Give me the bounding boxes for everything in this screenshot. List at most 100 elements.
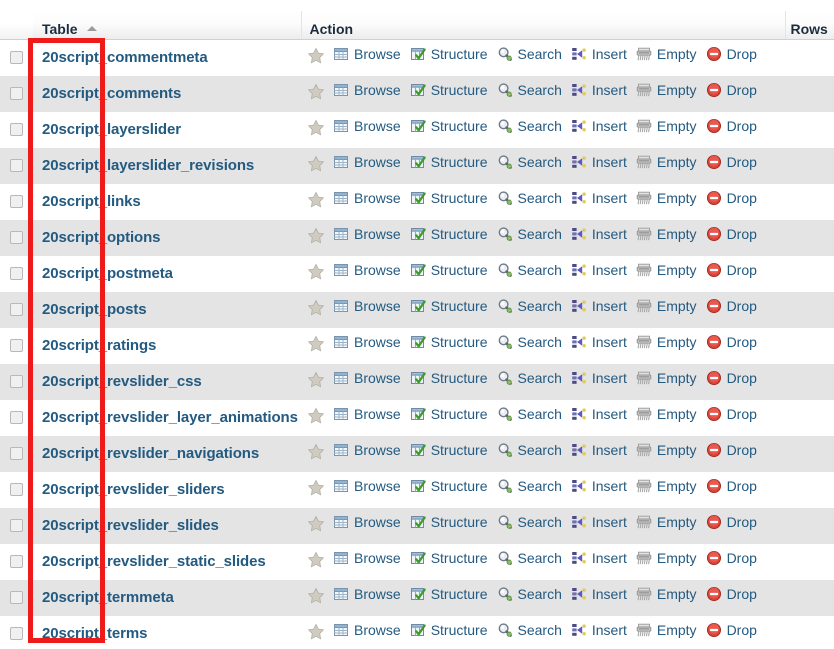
action-structure-link[interactable]: Structure bbox=[410, 514, 488, 530]
table-name-link[interactable]: 20script_comments bbox=[42, 85, 181, 102]
row-checkbox[interactable] bbox=[10, 375, 23, 389]
action-drop-link[interactable]: Drop bbox=[706, 442, 757, 458]
action-search-link[interactable]: Search bbox=[497, 442, 562, 458]
row-checkbox-cell[interactable] bbox=[0, 364, 33, 400]
action-structure-link[interactable]: Structure bbox=[410, 334, 488, 350]
row-checkbox-cell[interactable] bbox=[0, 616, 33, 649]
favorite-toggle[interactable] bbox=[307, 371, 329, 394]
action-search-link[interactable]: Search bbox=[497, 46, 562, 62]
table-name-link[interactable]: 20script_layerslider bbox=[42, 121, 181, 138]
action-structure-link[interactable]: Structure bbox=[410, 370, 488, 386]
action-drop-link[interactable]: Drop bbox=[706, 190, 757, 206]
table-name-link[interactable]: 20script_revslider_layer_animations bbox=[42, 409, 298, 426]
row-checkbox[interactable] bbox=[10, 51, 23, 65]
action-empty-link[interactable]: Empty bbox=[636, 298, 697, 314]
table-name-link[interactable]: 20script_termmeta bbox=[42, 589, 174, 606]
row-checkbox[interactable] bbox=[10, 339, 23, 353]
action-insert-link[interactable]: Insert bbox=[571, 190, 627, 206]
action-search-link[interactable]: Search bbox=[497, 406, 562, 422]
action-insert-link[interactable]: Insert bbox=[571, 154, 627, 170]
action-structure-link[interactable]: Structure bbox=[410, 298, 488, 314]
favorite-toggle[interactable] bbox=[307, 83, 329, 106]
row-checkbox-cell[interactable] bbox=[0, 508, 33, 544]
action-empty-link[interactable]: Empty bbox=[636, 334, 697, 350]
row-checkbox[interactable] bbox=[10, 483, 23, 497]
row-checkbox-cell[interactable] bbox=[0, 184, 33, 220]
row-checkbox-cell[interactable] bbox=[0, 220, 33, 256]
action-browse-link[interactable]: Browse bbox=[333, 118, 401, 134]
row-checkbox-cell[interactable] bbox=[0, 256, 33, 292]
action-drop-link[interactable]: Drop bbox=[706, 118, 757, 134]
action-insert-link[interactable]: Insert bbox=[571, 82, 627, 98]
row-checkbox-cell[interactable] bbox=[0, 39, 33, 76]
favorite-toggle[interactable] bbox=[307, 479, 329, 502]
action-search-link[interactable]: Search bbox=[497, 262, 562, 278]
favorite-toggle[interactable] bbox=[307, 623, 329, 646]
row-checkbox[interactable] bbox=[10, 159, 23, 173]
table-name-link[interactable]: 20script_revslider_css bbox=[42, 373, 202, 390]
action-drop-link[interactable]: Drop bbox=[706, 334, 757, 350]
table-name-link[interactable]: 20script_posts bbox=[42, 301, 147, 318]
row-checkbox-cell[interactable] bbox=[0, 544, 33, 580]
row-checkbox[interactable] bbox=[10, 411, 23, 425]
table-name-link[interactable]: 20script_revslider_slides bbox=[42, 517, 219, 534]
table-name-link[interactable]: 20script_revslider_static_slides bbox=[42, 553, 266, 570]
row-checkbox[interactable] bbox=[10, 195, 23, 209]
table-name-link[interactable]: 20script_ratings bbox=[42, 337, 156, 354]
row-checkbox[interactable] bbox=[10, 87, 23, 101]
action-drop-link[interactable]: Drop bbox=[706, 262, 757, 278]
favorite-toggle[interactable] bbox=[307, 335, 329, 358]
action-insert-link[interactable]: Insert bbox=[571, 370, 627, 386]
action-insert-link[interactable]: Insert bbox=[571, 262, 627, 278]
action-structure-link[interactable]: Structure bbox=[410, 406, 488, 422]
action-drop-link[interactable]: Drop bbox=[706, 154, 757, 170]
action-drop-link[interactable]: Drop bbox=[706, 46, 757, 62]
action-structure-link[interactable]: Structure bbox=[410, 622, 488, 638]
action-structure-link[interactable]: Structure bbox=[410, 550, 488, 566]
action-structure-link[interactable]: Structure bbox=[410, 154, 488, 170]
action-empty-link[interactable]: Empty bbox=[636, 622, 697, 638]
row-checkbox[interactable] bbox=[10, 231, 23, 245]
action-empty-link[interactable]: Empty bbox=[636, 442, 697, 458]
favorite-toggle[interactable] bbox=[307, 155, 329, 178]
table-name-link[interactable]: 20script_postmeta bbox=[42, 265, 173, 282]
action-search-link[interactable]: Search bbox=[497, 550, 562, 566]
action-empty-link[interactable]: Empty bbox=[636, 226, 697, 242]
action-structure-link[interactable]: Structure bbox=[410, 46, 488, 62]
action-empty-link[interactable]: Empty bbox=[636, 190, 697, 206]
row-checkbox[interactable] bbox=[10, 627, 23, 641]
action-structure-link[interactable]: Structure bbox=[410, 586, 488, 602]
action-insert-link[interactable]: Insert bbox=[571, 550, 627, 566]
row-checkbox[interactable] bbox=[10, 555, 23, 569]
action-drop-link[interactable]: Drop bbox=[706, 514, 757, 530]
action-insert-link[interactable]: Insert bbox=[571, 118, 627, 134]
action-insert-link[interactable]: Insert bbox=[571, 442, 627, 458]
action-drop-link[interactable]: Drop bbox=[706, 586, 757, 602]
action-search-link[interactable]: Search bbox=[497, 478, 562, 494]
table-name-link[interactable]: 20script_links bbox=[42, 193, 141, 210]
favorite-toggle[interactable] bbox=[307, 407, 329, 430]
action-browse-link[interactable]: Browse bbox=[333, 550, 401, 566]
table-name-link[interactable]: 20script_terms bbox=[42, 625, 147, 642]
table-name-link[interactable]: 20script_options bbox=[42, 229, 161, 246]
action-insert-link[interactable]: Insert bbox=[571, 586, 627, 602]
action-search-link[interactable]: Search bbox=[497, 118, 562, 134]
action-browse-link[interactable]: Browse bbox=[333, 442, 401, 458]
action-search-link[interactable]: Search bbox=[497, 154, 562, 170]
row-checkbox[interactable] bbox=[10, 519, 23, 533]
column-header-rows[interactable]: Rows bbox=[785, 11, 834, 40]
action-insert-link[interactable]: Insert bbox=[571, 622, 627, 638]
action-empty-link[interactable]: Empty bbox=[636, 262, 697, 278]
action-empty-link[interactable]: Empty bbox=[636, 370, 697, 386]
action-structure-link[interactable]: Structure bbox=[410, 478, 488, 494]
row-checkbox-cell[interactable] bbox=[0, 436, 33, 472]
action-insert-link[interactable]: Insert bbox=[571, 406, 627, 422]
action-browse-link[interactable]: Browse bbox=[333, 406, 401, 422]
table-name-link[interactable]: 20script_revslider_sliders bbox=[42, 481, 225, 498]
favorite-toggle[interactable] bbox=[307, 47, 329, 70]
action-drop-link[interactable]: Drop bbox=[706, 298, 757, 314]
column-header-checkbox[interactable] bbox=[0, 11, 33, 40]
action-insert-link[interactable]: Insert bbox=[571, 478, 627, 494]
action-browse-link[interactable]: Browse bbox=[333, 334, 401, 350]
action-empty-link[interactable]: Empty bbox=[636, 82, 697, 98]
